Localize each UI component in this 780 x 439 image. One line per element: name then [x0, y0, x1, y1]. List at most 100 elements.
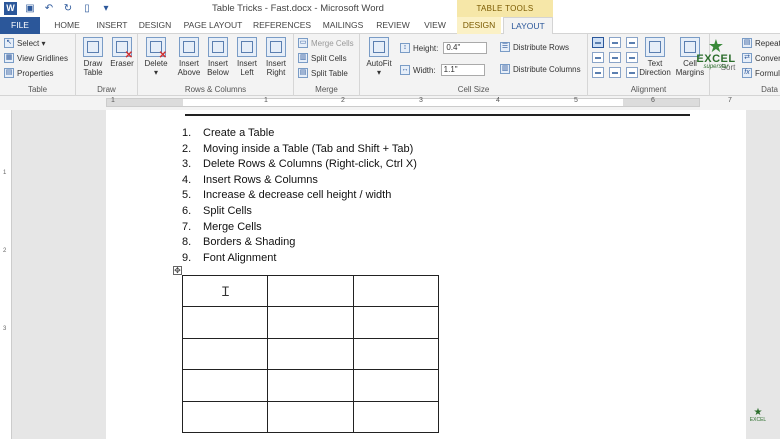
table-cell[interactable]	[267, 369, 354, 402]
table-cell[interactable]	[267, 274, 354, 308]
group-draw: Draw Table Eraser Draw	[76, 34, 138, 96]
insert-below-button[interactable]: Insert Below	[205, 37, 231, 77]
list-item[interactable]: 7. Merge Cells	[182, 220, 417, 236]
width-control: ↔ Width: 1.1"	[400, 64, 485, 76]
align-bottom-right-icon[interactable]	[626, 67, 638, 78]
list-item[interactable]: 6. Split Cells	[182, 204, 417, 220]
excel-superstar-logo: ★ EXCEL superstar	[692, 37, 740, 72]
table-cell[interactable]	[352, 274, 440, 308]
merge-cells-button[interactable]: ▭ Merge Cells	[298, 38, 354, 48]
tab-insert[interactable]: INSERT	[90, 17, 134, 34]
list-item[interactable]: 9. Font Alignment	[182, 251, 417, 267]
list-item[interactable]: 4. Insert Rows & Columns	[182, 173, 417, 189]
list-item[interactable]: 5. Increase & decrease cell height / widt…	[182, 188, 417, 204]
align-top-left-icon[interactable]	[592, 37, 604, 48]
insert-above-button[interactable]: Insert Above	[176, 37, 202, 77]
text-cursor-icon: Ｉ	[219, 284, 233, 299]
small-logo: ★ EXCEL	[749, 407, 767, 424]
table-cell[interactable]	[352, 306, 440, 339]
tab-home[interactable]: HOME	[44, 17, 90, 34]
cell-alignment-grid	[592, 37, 639, 78]
save-icon[interactable]: ▣	[24, 3, 36, 15]
tab-file[interactable]: FILE	[0, 17, 40, 34]
draw-table-button[interactable]: Draw Table	[81, 37, 105, 77]
table-cell[interactable]	[267, 306, 354, 339]
text-direction-icon	[645, 37, 665, 57]
height-input[interactable]: 0.4"	[443, 42, 488, 54]
title-bar: W ▣ ↶ ↻ ▯ ▾ Table Tricks - Fast.docx - M…	[0, 0, 780, 17]
tab-table-design[interactable]: DESIGN	[457, 17, 501, 34]
tab-review[interactable]: REVIEW	[372, 17, 414, 34]
group-label-data: Data	[761, 85, 778, 94]
align-bottom-left-icon[interactable]	[592, 67, 604, 78]
eraser-icon	[112, 37, 133, 60]
group-table: ↖ Select ▾ ▦ View Gridlines ▤ Properties…	[0, 34, 76, 96]
autofit-icon	[369, 37, 389, 57]
table-cell[interactable]	[267, 337, 354, 371]
list-item[interactable]: 3. Delete Rows & Columns (Right-click, Ct…	[182, 157, 417, 173]
insert-left-button[interactable]: Insert Left	[234, 37, 260, 77]
list-item[interactable]: 8. Borders & Shading	[182, 235, 417, 251]
list-item[interactable]: 2. Moving inside a Table (Tab and Shift +…	[182, 142, 417, 158]
vertical-ruler[interactable]: 1 2 3	[0, 110, 12, 439]
align-middle-center-icon[interactable]	[609, 52, 621, 63]
table-move-handle-icon[interactable]: ✥	[173, 266, 182, 275]
small-star-icon: ★	[753, 407, 763, 418]
split-table-button[interactable]: ▤ Split Table	[298, 68, 348, 78]
ribbon: ↖ Select ▾ ▦ View Gridlines ▤ Properties…	[0, 34, 780, 96]
table-cell[interactable]	[181, 369, 269, 402]
convert-button[interactable]: ⇄ Conver	[742, 53, 780, 63]
tab-design[interactable]: DESIGN	[134, 17, 176, 34]
distribute-columns-button[interactable]: ▥ Distribute Columns	[500, 64, 581, 74]
tab-references[interactable]: REFERENCES	[250, 17, 314, 34]
list-item[interactable]: 1. Create a Table	[182, 126, 417, 142]
delete-button[interactable]: Delete ▾	[142, 37, 170, 77]
horizontal-rule	[185, 114, 690, 116]
numbered-list[interactable]: 1. Create a Table 2. Moving inside a Table…	[182, 126, 417, 266]
text-direction-button[interactable]: Text Direction	[638, 37, 672, 77]
group-label-alignment: Alignment	[630, 85, 667, 94]
redo-icon[interactable]: ↻	[62, 3, 74, 15]
group-label-table: Table	[27, 85, 48, 94]
select-icon: ↖	[4, 38, 14, 48]
insert-above-icon	[179, 37, 199, 57]
table-tools-label: TABLE TOOLS	[457, 0, 553, 17]
row-height-icon: ↕	[400, 43, 410, 53]
align-bottom-center-icon[interactable]	[609, 67, 621, 78]
table-cell[interactable]	[181, 400, 269, 434]
table-cell[interactable]	[267, 400, 354, 434]
word-logo-icon[interactable]: W	[4, 2, 17, 15]
distribute-columns-icon: ▥	[500, 64, 510, 74]
distribute-rows-icon: ☰	[500, 42, 510, 52]
new-doc-icon[interactable]: ▯	[81, 3, 93, 15]
align-top-right-icon[interactable]	[626, 37, 638, 48]
distribute-rows-button[interactable]: ☰ Distribute Rows	[500, 42, 569, 52]
select-button[interactable]: ↖ Select ▾	[4, 38, 45, 48]
tab-page-layout[interactable]: PAGE LAYOUT	[178, 17, 248, 34]
undo-icon[interactable]: ↶	[43, 3, 55, 15]
table-cell[interactable]	[352, 400, 440, 434]
align-middle-right-icon[interactable]	[626, 52, 638, 63]
width-input[interactable]: 1.1"	[440, 64, 485, 76]
insert-right-button[interactable]: Insert Right	[263, 37, 289, 77]
properties-button[interactable]: ▤ Properties	[4, 68, 53, 78]
split-cells-button[interactable]: ▥ Split Cells	[298, 53, 347, 63]
customize-icon[interactable]: ▾	[100, 3, 112, 15]
table-cell[interactable]	[181, 337, 269, 371]
properties-icon: ▤	[4, 68, 14, 78]
formula-button[interactable]: fx Formul	[742, 68, 780, 78]
tab-mailings[interactable]: MAILINGS	[318, 17, 368, 34]
repeat-header-button[interactable]: ▤ Repeat	[742, 38, 780, 48]
align-top-center-icon[interactable]	[609, 37, 621, 48]
table-cell[interactable]	[352, 337, 440, 371]
table-cell[interactable]	[352, 369, 440, 402]
align-middle-left-icon[interactable]	[592, 52, 604, 63]
autofit-button[interactable]: AutoFit ▾	[364, 37, 394, 77]
eraser-button[interactable]: Eraser	[109, 37, 135, 68]
tab-table-layout[interactable]: LAYOUT	[503, 17, 553, 35]
insert-right-icon	[266, 37, 286, 57]
view-gridlines-button[interactable]: ▦ View Gridlines	[4, 53, 68, 63]
horizontal-ruler[interactable]: 1 1 2 3 4 5 6 7	[0, 97, 780, 108]
tab-view[interactable]: VIEW	[418, 17, 452, 34]
table-cell[interactable]	[181, 306, 269, 339]
